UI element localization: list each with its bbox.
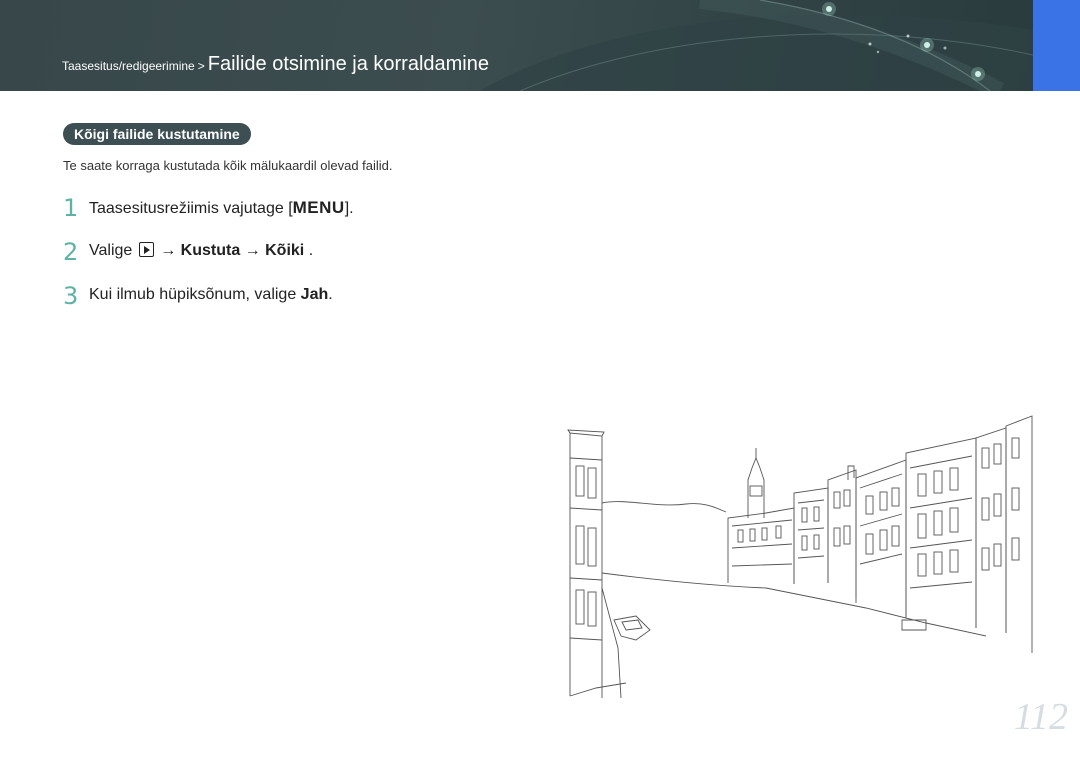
chapter-tab[interactable] <box>1033 0 1080 91</box>
step-text-pre: Kui ilmub hüpiksõnum, valige <box>89 286 297 303</box>
playback-icon <box>138 242 154 257</box>
page-title: Failide otsimine ja korraldamine <box>207 53 489 75</box>
page-header: Taasesitus/redigeerimine > Failide otsimin… <box>0 0 1033 91</box>
step-text-pre: Taasesitusrežiimis vajutage [ <box>89 200 293 217</box>
menu-item-koiki: Kõiki <box>265 242 305 259</box>
venice-canal-illustration <box>567 415 1033 699</box>
arrow: → <box>244 242 261 259</box>
breadcrumb: Taasesitus/redigeerimine > Failide otsimin… <box>62 53 489 76</box>
menu-item-kustuta: Kustuta <box>180 242 241 259</box>
step-number: 3 <box>63 282 79 310</box>
arrow: → <box>160 242 177 259</box>
menu-key-label: MENU <box>292 198 345 217</box>
step-text-post: ]. <box>344 200 354 217</box>
option-jah: Jah <box>300 286 329 303</box>
breadcrumb-separator: > <box>197 59 205 73</box>
step-text-post: . <box>328 286 333 303</box>
page-number: 112 <box>1013 696 1068 738</box>
breadcrumb-parent[interactable]: Taasesitus/redigeerimine <box>62 59 195 73</box>
section-heading: Kõigi failide kustutamine <box>63 123 251 145</box>
step-text-post: . <box>308 242 314 259</box>
step-text: Kui ilmub hüpiksõnum, valige Jah. <box>89 286 333 304</box>
section-intro: Te saate korraga kustutada kõik mälukaar… <box>63 158 393 173</box>
step-text: Taasesitusrežiimis vajutage [MENU]. <box>89 198 354 218</box>
step-number: 2 <box>63 238 79 266</box>
step-number: 1 <box>63 194 79 222</box>
step-text-pre: Valige <box>89 242 133 259</box>
header-decoration <box>480 0 1033 91</box>
step-text: Valige → Kustuta → Kõiki . <box>89 242 313 260</box>
